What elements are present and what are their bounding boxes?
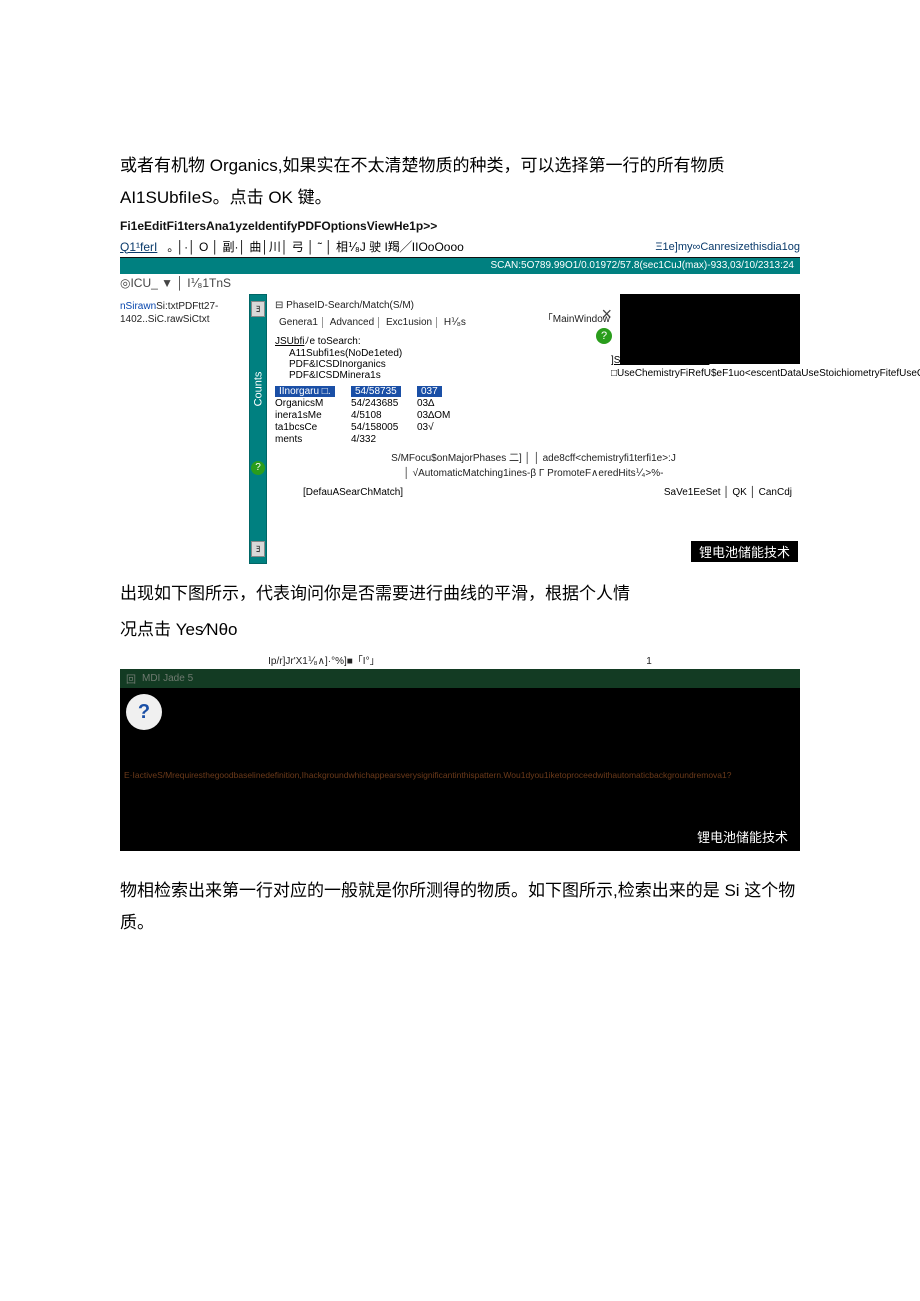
tab-exclusion[interactable]: Exc1usion [382, 317, 437, 328]
row-label[interactable]: ments [275, 434, 345, 445]
row-label[interactable]: inera1sMe [275, 410, 345, 421]
watermark-badge: 锂电池储能技术 [691, 541, 798, 562]
subfile-option[interactable]: PDF&ICSDMinera1s [289, 370, 435, 381]
paragraph-2b: 况点击 Yes∕Nθo [120, 614, 800, 646]
vbar-help-icon[interactable]: ? [251, 461, 265, 475]
dialog-2-title-text: MDI Jade 5 [142, 673, 193, 684]
row-count: 4/5108 [351, 410, 411, 421]
ok-cancel-buttons[interactable]: SaVe1EeSet │ QK │ CanCdj [664, 487, 792, 498]
default-search-match-button[interactable]: [DefauASearChMatch] [303, 487, 403, 498]
row-pct: 03∆ [417, 398, 447, 409]
vbar-button-bottom[interactable]: ﾖ [251, 541, 265, 557]
menu-bar[interactable]: Fi1eEditFi1tersAna1yzeIdentifyPDFOptions… [120, 219, 800, 233]
row-inorganic-selected[interactable]: IInorgaru □. [275, 386, 335, 397]
toolbar-left[interactable]: Q1¹ferI [120, 240, 157, 254]
dialog-button-row: [DefauASearChMatch] SaVe1EeSet │ QK │ Ca… [267, 483, 800, 498]
row-pct: 03∆OM [417, 410, 447, 421]
filters-panel: ]Seareh/MatchFi1ters: □UseChemistryFiRef… [611, 354, 786, 380]
vertical-counts-bar: ﾖ Counts ? ﾖ [249, 294, 267, 564]
toolbar-row: Q1¹ferI ｡ │·│ O │ 副·│ 曲│川│ 弓 │ ˜ │ 相⅟₈J … [120, 237, 800, 258]
subfiles-heading-2: ﾉe toSearch: [304, 336, 360, 347]
row-inorganic-pct: 037 [417, 386, 442, 397]
question-mark-icon: ? [138, 701, 150, 724]
tab-general[interactable]: Genera1 [275, 317, 323, 328]
subfile-stats-table: IInorgaru □. 54/58735 037 OrganicsM 54/2… [275, 386, 435, 445]
subfile-option[interactable]: PDF&ICSDInorganics [289, 359, 435, 370]
question-bubble-icon: ? [126, 694, 162, 730]
row-count: 4/332 [351, 434, 411, 445]
filters-options[interactable]: □UseChemistryFiRefU$eF1uo<escentDataUseS… [611, 367, 786, 380]
restore-icon[interactable]: 回 [126, 671, 136, 686]
app-main-area: nSirawnSi:txtPDFtt27-1402..SiC.rawSiCtxt… [120, 294, 800, 564]
main-window-label: 「MainWindow [543, 310, 610, 325]
dialog-area: × ? 「MainWindow ⊟ PhaseID-Search/Match(S… [267, 294, 800, 564]
status-strip: SCAN:5O789.99O1/0.01972/57.8(sec1CuJ(max… [120, 258, 800, 274]
row-pct [417, 434, 447, 445]
row-pct: 03√ [417, 422, 447, 433]
tab-hits[interactable]: H⅟₈s [440, 317, 470, 328]
row-inorganic-count: 54/58735 [351, 386, 401, 397]
file-link[interactable]: nSirawn [120, 301, 156, 312]
vbar-axis-label: Counts [252, 371, 264, 406]
vbar-button-top[interactable]: ﾖ [251, 301, 265, 317]
toolbar-mid[interactable]: ｡ │·│ O │ 副·│ 曲│川│ 弓 │ ˜ │ 相⅟₈J 驶 I羯╱IIO… [167, 238, 464, 255]
dialog-bottom-text: S/MFocu$onMajorPhases 二] │ │ ade8cff<che… [267, 445, 800, 483]
file-list-panel: nSirawnSi:txtPDFtt27-1402..SiC.rawSiCtxt [120, 294, 249, 564]
toolbar-right[interactable]: Ξ1e]my∞Canresizethisdia1og [655, 241, 800, 253]
row-count: 54/243685 [351, 398, 411, 409]
bottom-line-1[interactable]: S/MFocu$onMajorPhases 二] │ │ ade8cff<che… [275, 451, 792, 466]
screenshot-2: Ip/r]Jr'X1⅟₈∧]·°%]■「I°」 1 回 MDI Jade 5 ?… [120, 650, 800, 851]
subfiles-heading: JSUbfi [275, 336, 304, 347]
paragraph-1: 或者有机物 Organics,如果实在不太清楚物质的种类，可以选择第一行的所有物… [120, 150, 800, 215]
dialog-2-body: 回 MDI Jade 5 ? E·IactiveS/Mrequiresthego… [120, 669, 800, 851]
row-count: 54/158005 [351, 422, 411, 433]
help-icon[interactable]: ? [596, 328, 612, 344]
ruler-row: Ip/r]Jr'X1⅟₈∧]·°%]■「I°」 1 [120, 650, 800, 669]
subfile-option[interactable]: A11Subfi1es(NoDe1eted) [289, 348, 435, 359]
paragraph-2a: 出现如下图所示，代表询问你是否需要进行曲线的平滑，根据个人情 [120, 578, 800, 610]
doc-selector-row[interactable]: ◎ICU_ ▼ │ I⅟₈1TnS [120, 274, 800, 294]
dialog-2-message: E·IactiveS/Mrequiresthegoodbaselinedefin… [120, 736, 800, 783]
row-label[interactable]: ta1bcsCe [275, 422, 345, 433]
filters-heading: ]Seareh/MatchFi1ters: [611, 354, 786, 367]
watermark-badge: 锂电池储能技术 [689, 826, 796, 847]
row-label[interactable]: OrganicsM [275, 398, 345, 409]
bottom-line-2[interactable]: │ √AutomaticMatching1ines-β Γ PromoteF∧e… [275, 466, 792, 481]
dialog-2-titlebar: 回 MDI Jade 5 [120, 669, 800, 688]
paragraph-3: 物相检索出来第一行对应的一般就是你所测得的物质。如下图所示,检索出来的是 Si … [120, 875, 800, 940]
tab-advanced[interactable]: Advanced [326, 317, 379, 328]
